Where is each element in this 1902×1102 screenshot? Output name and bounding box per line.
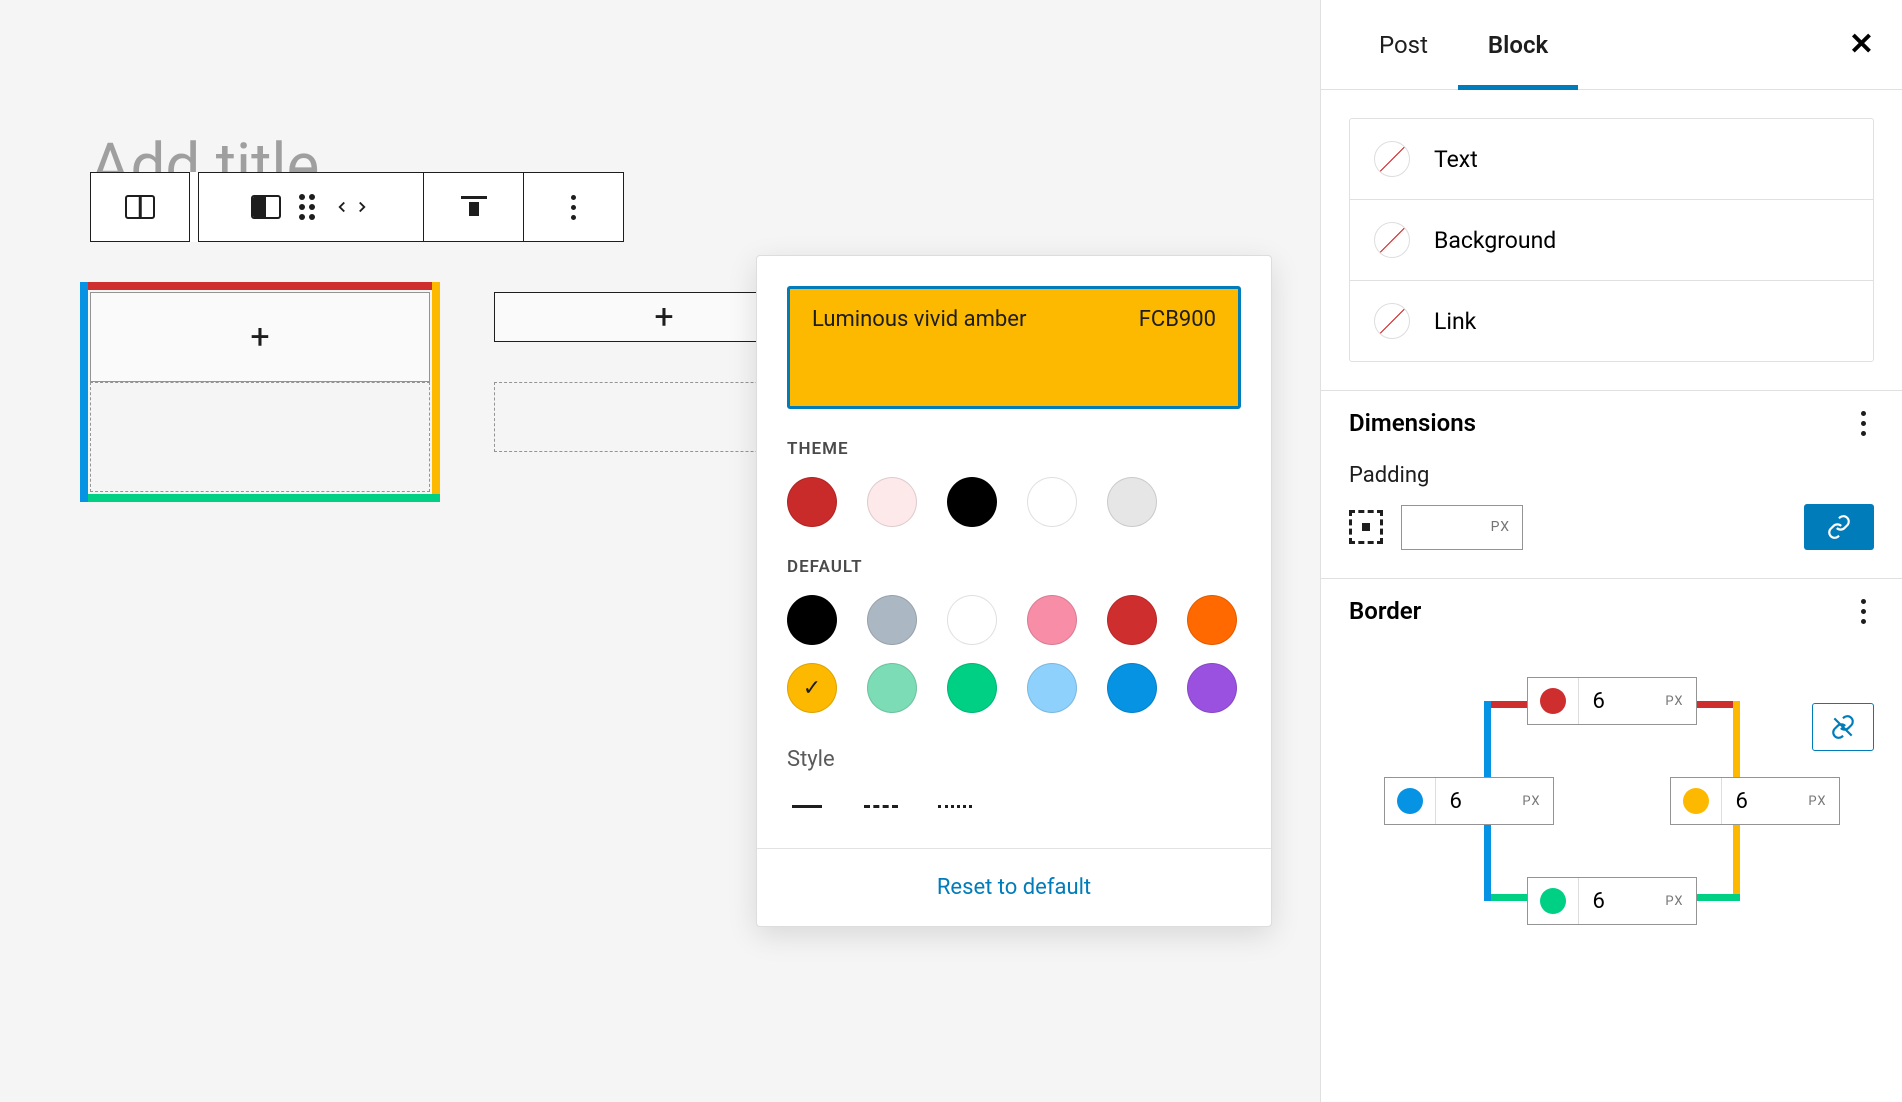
style-dotted[interactable] (935, 794, 975, 818)
swatch-black[interactable] (787, 595, 837, 645)
swatch-red[interactable] (1107, 595, 1157, 645)
default-swatches-row1 (787, 595, 1241, 645)
default-swatches-row2 (787, 663, 1241, 713)
swatch-gray[interactable] (867, 595, 917, 645)
swatch-lightgreen[interactable] (867, 663, 917, 713)
style-dashed[interactable] (861, 794, 901, 818)
dimensions-header: Dimensions (1321, 391, 1902, 455)
background-color-indicator (1374, 222, 1410, 258)
border-right-color-dot[interactable] (1683, 788, 1709, 814)
swatch-purple[interactable] (1187, 663, 1237, 713)
link-color-indicator (1374, 303, 1410, 339)
selected-color-chip: Luminous vivid amber FCB900 (787, 286, 1241, 409)
border-header: Border (1321, 579, 1902, 643)
swatch-theme-1[interactable] (867, 477, 917, 527)
border-left-color-dot[interactable] (1397, 788, 1423, 814)
settings-sidebar: Post Block ✕ Text Background Link Dimens… (1320, 0, 1902, 1102)
color-panel: Text Background Link (1321, 90, 1902, 390)
border-right-value[interactable]: 6 (1722, 789, 1809, 814)
background-color-label: Background (1434, 227, 1556, 254)
align-top-icon (461, 196, 487, 218)
border-top-unit: PX (1665, 694, 1695, 709)
link-sides-button[interactable] (1804, 504, 1874, 550)
dimensions-heading: Dimensions (1349, 409, 1476, 437)
columns-icon (125, 195, 155, 219)
swatch-theme-3[interactable] (1027, 477, 1077, 527)
swatch-green[interactable] (947, 663, 997, 713)
more-options-button[interactable] (524, 172, 624, 242)
column-1[interactable]: + (80, 282, 440, 502)
border-top-color-dot[interactable] (1540, 688, 1566, 714)
chevron-right-icon (353, 198, 371, 216)
more-vertical-icon (571, 195, 576, 220)
tab-block[interactable]: Block (1458, 0, 1578, 89)
border-left-value[interactable]: 6 (1436, 789, 1523, 814)
swatch-amber[interactable] (787, 663, 837, 713)
border-style-options (787, 794, 1241, 818)
plus-icon: + (654, 300, 673, 334)
tab-post[interactable]: Post (1349, 0, 1458, 89)
color-item-link[interactable]: Link (1350, 281, 1873, 361)
border-left-unit: PX (1522, 794, 1552, 809)
swatch-theme-2[interactable] (947, 477, 997, 527)
border-right-control[interactable]: 6 PX (1670, 777, 1840, 825)
border-visual: 6 PX 6 PX 6 PX 6 PX (1432, 681, 1792, 921)
theme-swatches (787, 477, 1241, 527)
vertical-align-button[interactable] (424, 172, 524, 242)
swatch-theme-0[interactable] (787, 477, 837, 527)
padding-unit: PX (1491, 519, 1510, 535)
color-item-background[interactable]: Background (1350, 200, 1873, 281)
style-solid[interactable] (787, 794, 827, 818)
border-bottom-value[interactable]: 6 (1579, 889, 1666, 914)
swatch-lightblue[interactable] (1027, 663, 1077, 713)
unlink-sides-button[interactable] (1812, 703, 1874, 751)
border-bottom-unit: PX (1665, 894, 1695, 909)
padding-icon (1349, 510, 1383, 544)
text-color-indicator (1374, 141, 1410, 177)
swatch-pink[interactable] (1027, 595, 1077, 645)
move-buttons[interactable] (333, 198, 371, 216)
dimensions-options-button[interactable] (1853, 403, 1874, 444)
color-hex: FCB900 (1139, 307, 1216, 332)
swatch-blue[interactable] (1107, 663, 1157, 713)
swatch-theme-4[interactable] (1107, 477, 1157, 527)
color-picker-popover: Luminous vivid amber FCB900 THEME DEFAUL… (756, 255, 1272, 927)
padding-control: Padding PX (1321, 455, 1902, 578)
style-label: Style (787, 747, 1241, 772)
sidebar-tabs: Post Block ✕ (1321, 0, 1902, 90)
chevron-left-icon (333, 198, 351, 216)
border-control: 6 PX 6 PX 6 PX 6 PX (1321, 643, 1902, 949)
border-right-unit: PX (1808, 794, 1838, 809)
drag-handle-icon[interactable] (299, 194, 315, 220)
swatch-orange[interactable] (1187, 595, 1237, 645)
plus-icon: + (250, 320, 269, 354)
color-item-text[interactable]: Text (1350, 119, 1873, 200)
toolbar-cluster (198, 172, 424, 242)
columns-block-button[interactable] (90, 172, 190, 242)
padding-input[interactable]: PX (1401, 505, 1523, 550)
default-label: DEFAULT (787, 557, 1241, 577)
color-name: Luminous vivid amber (812, 307, 1026, 332)
border-heading: Border (1349, 597, 1421, 625)
column-placeholder (90, 382, 430, 492)
border-top-value[interactable]: 6 (1579, 689, 1666, 714)
border-options-button[interactable] (1853, 591, 1874, 632)
border-bottom-control[interactable]: 6 PX (1527, 877, 1697, 925)
close-sidebar-button[interactable]: ✕ (1849, 27, 1874, 62)
border-bottom-color-dot[interactable] (1540, 888, 1566, 914)
block-toolbar (90, 172, 624, 242)
unlink-icon (1830, 714, 1856, 740)
reset-to-default-button[interactable]: Reset to default (937, 875, 1091, 900)
text-color-label: Text (1434, 146, 1478, 173)
link-icon (1826, 514, 1852, 540)
swatch-white[interactable] (947, 595, 997, 645)
link-color-label: Link (1434, 308, 1476, 335)
column-select-icon[interactable] (251, 195, 281, 219)
padding-label: Padding (1349, 463, 1874, 488)
columns-block: + + (80, 282, 844, 502)
border-left-control[interactable]: 6 PX (1384, 777, 1554, 825)
border-top-control[interactable]: 6 PX (1527, 677, 1697, 725)
block-appender[interactable]: + (90, 292, 430, 382)
theme-label: THEME (787, 439, 1241, 459)
